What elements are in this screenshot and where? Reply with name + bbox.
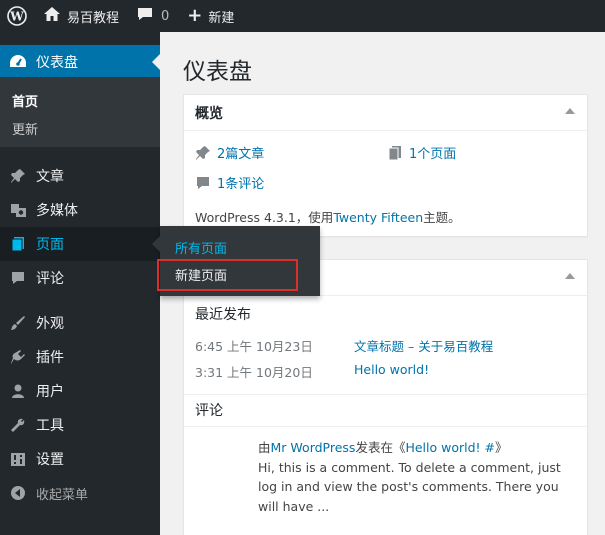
menu-item-media[interactable]: 多媒体 [0, 193, 160, 227]
comment-excerpt: Hi, this is a comment. To delete a comme… [258, 459, 561, 514]
site-name-link[interactable]: 易百教程 [34, 0, 119, 32]
menu-item-pages[interactable]: 页面 [0, 227, 160, 261]
at-a-glance-widget: 概览 2篇文章 1个页面 1条评论 WordPress 4.3.1，使用Twen… [183, 94, 588, 237]
menu-label-plugins: 插件 [36, 350, 64, 366]
comments-link[interactable]: 0 [119, 0, 169, 32]
page-title: 仪表盘 [183, 59, 252, 85]
collapse-menu-label: 收起菜单 [36, 487, 89, 503]
highlight-box [157, 259, 298, 291]
glance-pages[interactable]: 1个页面 [387, 143, 456, 162]
glance-posts[interactable]: 2篇文章 [195, 143, 264, 162]
site-name-label: 易百教程 [67, 10, 120, 26]
menu-label-appearance: 外观 [36, 316, 64, 332]
pages-icon [387, 145, 409, 161]
menu-item-dashboard[interactable]: 仪表盘 [0, 45, 160, 79]
collapse-arrow-icon [0, 485, 36, 501]
home-icon [44, 7, 60, 25]
plus-icon: + [187, 5, 203, 26]
pages-count-link[interactable]: 1个页面 [409, 143, 456, 162]
comment-from: 由 [258, 440, 271, 455]
collapse-toggle-icon[interactable] [565, 108, 575, 114]
wordpress-logo-icon[interactable]: W [0, 0, 34, 32]
collapse-menu-button[interactable]: 收起菜单 [0, 480, 88, 506]
comment-icon [0, 270, 36, 286]
menu-label-users: 用户 [36, 384, 64, 400]
brush-icon [0, 315, 36, 331]
comments-count: 0 [161, 8, 170, 24]
comments-count-link[interactable]: 1条评论 [217, 173, 264, 192]
media-icon [0, 202, 36, 218]
recent-published-label: 最近发布 [195, 307, 251, 323]
theme-link[interactable]: Twenty Fifteen [333, 210, 423, 225]
admin-bar: W 易百教程 0 + 新建 [0, 0, 605, 32]
menu-item-tools[interactable]: 工具 [0, 408, 160, 442]
flyout-all-pages[interactable]: 所有页面 [175, 238, 227, 257]
menu-item-plugins[interactable]: 插件 [0, 340, 160, 374]
section-divider [184, 394, 587, 395]
section-divider [184, 426, 587, 427]
version-prefix: WordPress 4.3.1，使用 [195, 210, 334, 225]
activity-post-link[interactable]: 文章标题 – 关于易百教程 [354, 336, 493, 355]
user-icon [0, 383, 36, 399]
activity-date: 6:45 上午 10月23日 [195, 339, 313, 354]
comment-post-link[interactable]: Hello world! # [405, 440, 495, 455]
pin-icon [195, 145, 217, 161]
flyout-pointer [152, 236, 160, 252]
pages-icon [0, 236, 36, 252]
comment-close: 》 [495, 440, 508, 455]
wrench-icon [0, 417, 36, 433]
comment-item: 由Mr WordPress发表在《Hello world! #》 Hi, thi… [258, 438, 578, 516]
menu-label-posts: 文章 [36, 169, 64, 185]
current-arrow [152, 54, 160, 70]
widget-header: 概览 [184, 95, 587, 131]
admin-sidebar: 仪表盘 首页 更新 文章 多媒体 页面 评论 外观 插件 用户 工具 设置 收起… [0, 32, 160, 535]
submenu-updates[interactable]: 更新 [12, 119, 38, 138]
activity-date: 3:31 上午 10月20日 [195, 365, 313, 380]
new-content-button[interactable]: + 新建 [169, 0, 234, 32]
menu-label-settings: 设置 [36, 452, 64, 468]
dashboard-submenu: 首页 更新 [0, 77, 160, 147]
menu-label-media: 多媒体 [36, 203, 78, 219]
glance-comments[interactable]: 1条评论 [195, 173, 264, 192]
submenu-home[interactable]: 首页 [12, 91, 38, 110]
menu-label-comments: 评论 [36, 271, 64, 287]
menu-item-posts[interactable]: 文章 [0, 159, 160, 193]
comment-icon [195, 175, 217, 191]
plugin-icon [0, 349, 36, 365]
comment-author-link[interactable]: Mr WordPress [271, 440, 356, 455]
menu-item-comments[interactable]: 评论 [0, 261, 160, 295]
pin-icon [0, 168, 36, 184]
collapse-toggle-icon[interactable] [565, 273, 575, 279]
menu-item-users[interactable]: 用户 [0, 374, 160, 408]
comment-bubble-icon [137, 7, 153, 25]
svg-text:W: W [9, 10, 24, 24]
menu-item-appearance[interactable]: 外观 [0, 306, 160, 340]
menu-item-settings[interactable]: 设置 [0, 442, 160, 476]
comment-on: 发表在《 [355, 440, 406, 455]
comments-section-label: 评论 [195, 403, 223, 419]
posts-count-link[interactable]: 2篇文章 [217, 143, 264, 162]
menu-label-pages: 页面 [36, 237, 64, 253]
menu-label-tools: 工具 [36, 418, 64, 434]
dashboard-icon [0, 54, 36, 70]
activity-widget: 最近发布 6:45 上午 10月23日 文章标题 – 关于易百教程 3:31 上… [183, 259, 588, 535]
menu-label-dashboard: 仪表盘 [36, 55, 78, 71]
settings-icon [0, 451, 36, 467]
new-content-label: 新建 [208, 10, 235, 26]
wordpress-version-text: WordPress 4.3.1，使用Twenty Fifteen主题。 [195, 207, 461, 226]
activity-post-link[interactable]: Hello world! [354, 362, 429, 377]
widget-title: 概览 [195, 105, 223, 122]
version-suffix: 主题。 [423, 210, 461, 225]
